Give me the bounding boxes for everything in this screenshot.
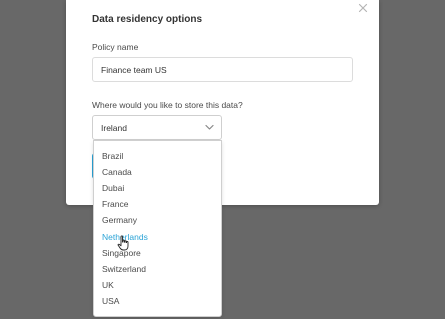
option-uk[interactable]: UK (102, 278, 114, 292)
option-france[interactable]: France (102, 197, 128, 211)
option-canada[interactable]: Canada (102, 165, 132, 179)
option-usa[interactable]: USA (102, 294, 119, 308)
modal-title: Data residency options (92, 14, 203, 25)
chevron-down-icon (205, 124, 214, 130)
option-dubai[interactable]: Dubai (102, 181, 124, 195)
option-switzerland[interactable]: Switzerland (102, 262, 146, 276)
close-icon[interactable] (356, 1, 370, 15)
location-dropdown-menu: Brazil Canada Dubai France Germany Nethe… (93, 140, 222, 317)
selected-location: Ireland (101, 123, 127, 133)
option-germany[interactable]: Germany (102, 213, 137, 227)
policy-name-label: Policy name (92, 42, 139, 52)
policy-name-input[interactable] (92, 57, 353, 82)
storage-location-select[interactable]: Ireland (92, 115, 222, 140)
option-brazil[interactable]: Brazil (102, 149, 123, 163)
storage-location-label: Where would you like to store this data? (92, 100, 243, 110)
option-netherlands[interactable]: Netherlands (102, 230, 148, 244)
option-singapore[interactable]: Singapore (102, 246, 141, 260)
